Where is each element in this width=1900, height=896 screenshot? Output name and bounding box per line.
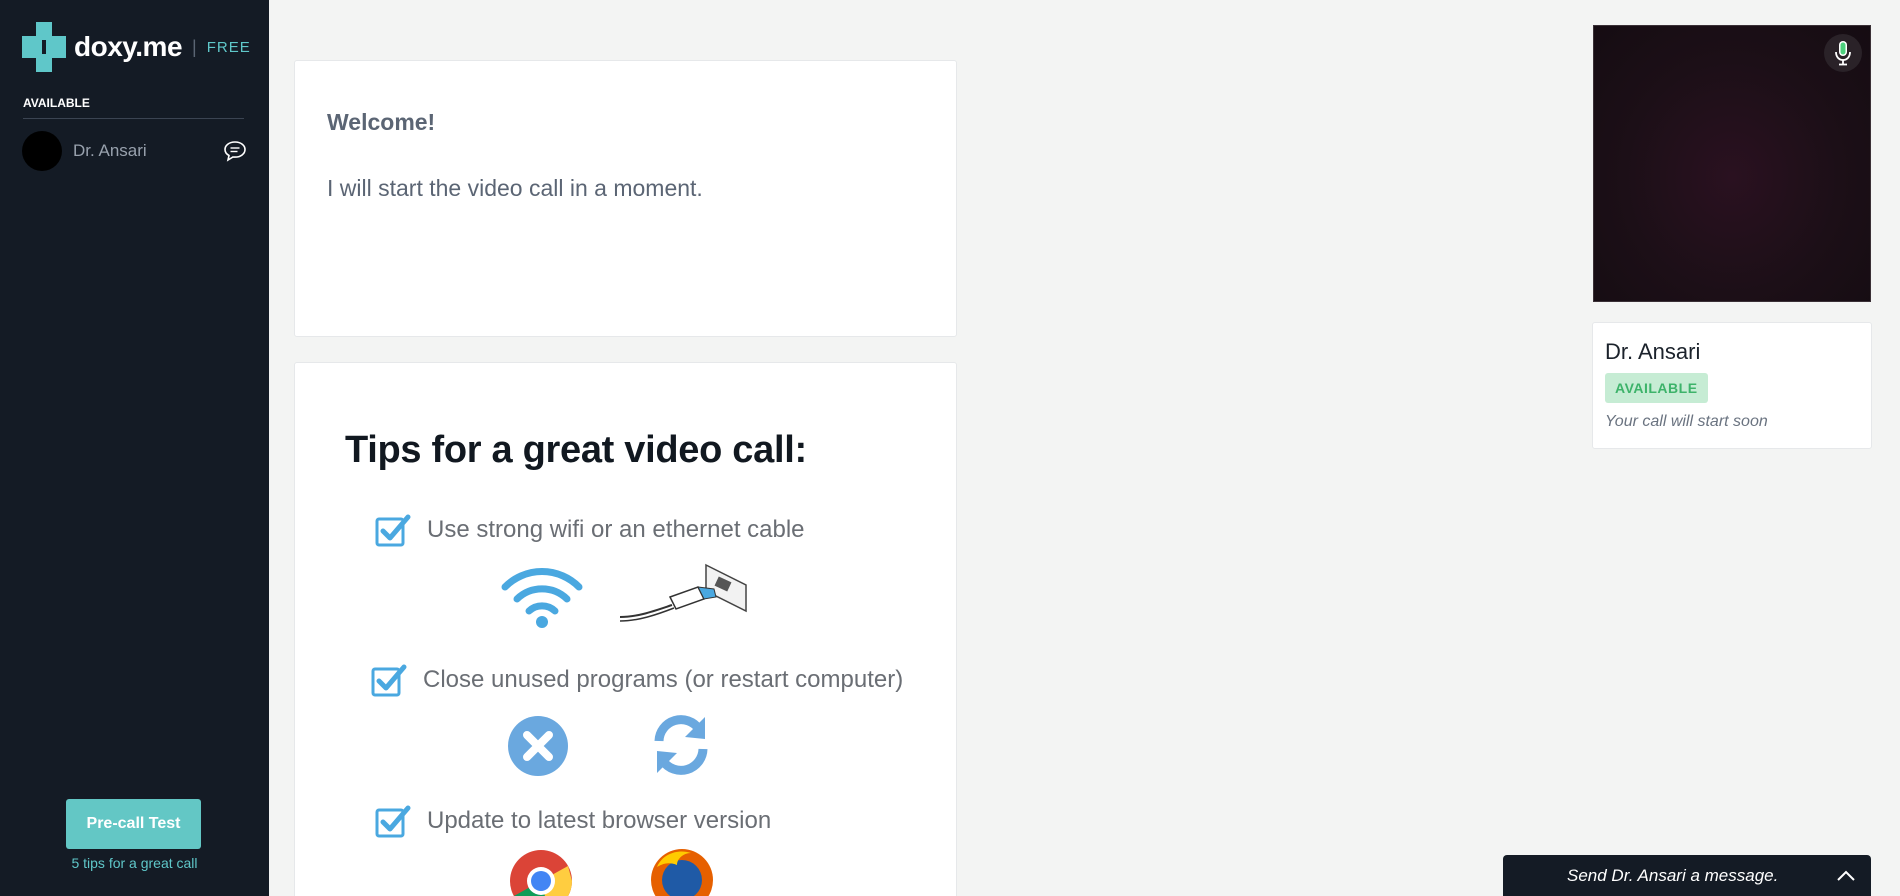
welcome-card: Welcome! I will start the video call in … bbox=[294, 60, 957, 337]
microphone-toggle[interactable] bbox=[1824, 34, 1862, 72]
chat-bubble-icon[interactable] bbox=[222, 138, 248, 164]
provider-card: Dr. Ansari AVAILABLE Your call will star… bbox=[1592, 322, 1872, 449]
welcome-message: I will start the video call in a moment. bbox=[327, 175, 703, 201]
firefox-icon bbox=[651, 849, 713, 896]
precall-test-button[interactable]: Pre-call Test bbox=[66, 799, 201, 849]
tips-card: Tips for a great video call: Use strong … bbox=[294, 362, 957, 896]
checkbox-checked-icon bbox=[371, 664, 407, 697]
ethernet-cable-icon bbox=[619, 563, 747, 622]
tip-item: Use strong wifi or an ethernet cable bbox=[375, 513, 805, 547]
tip-text: Close unused programs (or restart comput… bbox=[423, 666, 904, 693]
available-section-label: AVAILABLE bbox=[23, 96, 244, 119]
tips-title: Tips for a great video call: bbox=[345, 429, 807, 471]
message-bar-label: Send Dr. Ansari a message. bbox=[1567, 865, 1779, 885]
tip-text: Use strong wifi or an ethernet cable bbox=[427, 516, 805, 543]
tip-text: Update to latest browser version bbox=[427, 807, 772, 834]
brand-separator: | bbox=[192, 36, 197, 57]
provider-name: Dr. Ansari bbox=[73, 141, 147, 160]
wifi-icon bbox=[501, 568, 583, 628]
brand-name: doxy.me bbox=[74, 31, 183, 62]
brand-logo[interactable]: doxy.me | FREE bbox=[22, 22, 251, 72]
chrome-icon bbox=[510, 850, 573, 896]
tip-item: Update to latest browser version bbox=[375, 804, 771, 838]
chevron-up-icon[interactable] bbox=[1835, 865, 1857, 887]
doxy-logo-icon bbox=[22, 22, 66, 72]
checkbox-checked-icon bbox=[375, 805, 411, 838]
message-bar[interactable]: Send Dr. Ansari a message. bbox=[1503, 855, 1871, 896]
welcome-title: Welcome! bbox=[327, 109, 436, 135]
microphone-icon bbox=[1835, 41, 1851, 66]
avatar bbox=[22, 131, 62, 171]
provider-card-name: Dr. Ansari bbox=[1605, 339, 1701, 364]
self-video-preview bbox=[1593, 25, 1871, 302]
sidebar: doxy.me | FREE AVAILABLE Dr. Ansari Pre-… bbox=[0, 0, 269, 896]
tip-item: Close unused programs (or restart comput… bbox=[371, 663, 903, 697]
status-badge: AVAILABLE bbox=[1605, 373, 1708, 403]
tips-link[interactable]: 5 tips for a great call bbox=[0, 855, 269, 871]
sidebar-item-provider[interactable]: Dr. Ansari bbox=[22, 131, 248, 171]
refresh-icon bbox=[654, 715, 708, 775]
close-circle-icon bbox=[508, 716, 568, 776]
plan-label: FREE bbox=[206, 38, 251, 56]
checkbox-checked-icon bbox=[375, 514, 411, 547]
call-status-text: Your call will start soon bbox=[1605, 413, 1768, 430]
